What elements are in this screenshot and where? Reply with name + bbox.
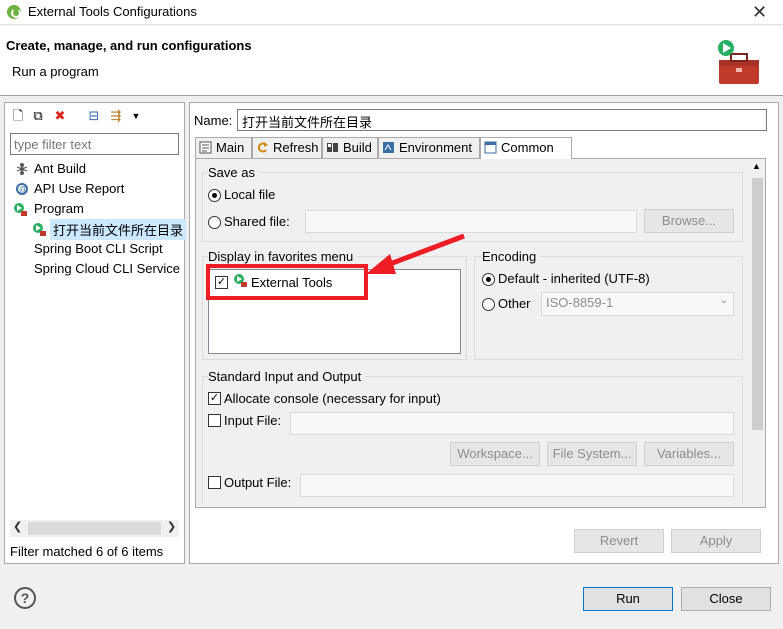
encoding-select-value: ISO-8859-1 <box>546 295 614 310</box>
input-file-label: Input File: <box>224 413 282 428</box>
default-encoding-radio[interactable] <box>482 273 495 286</box>
chevron-left-icon[interactable]: ❮ <box>13 520 22 533</box>
name-input[interactable]: 打开当前文件所在目录 <box>237 109 767 131</box>
vertical-scrollbar-thumb[interactable] <box>752 178 763 430</box>
name-label: Name: <box>194 113 233 128</box>
encoding-select[interactable]: ISO-8859-1 ⌄ <box>541 292 734 316</box>
other-encoding-label: Other <box>498 296 531 311</box>
chevron-right-icon[interactable]: ❯ <box>167 520 176 533</box>
tab-environment[interactable]: Environment <box>378 137 480 158</box>
favorites-label: Display in favorites menu <box>208 249 358 264</box>
workspace-button[interactable]: Workspace... <box>450 442 540 466</box>
tab-refresh-label: Refresh <box>273 140 319 155</box>
tree-item-program[interactable]: Program <box>34 201 84 216</box>
output-file-checkbox[interactable] <box>208 476 221 489</box>
shared-file-radio[interactable] <box>208 216 221 229</box>
header-subtitle: Run a program <box>12 64 99 79</box>
scrollbar-thumb[interactable] <box>28 522 161 535</box>
close-window-button[interactable]: ✕ <box>752 2 767 23</box>
title-bar: External Tools Configurations ✕ <box>0 0 783 25</box>
apply-button[interactable]: Apply <box>671 529 761 553</box>
program-config-icon <box>33 223 46 236</box>
main-tab-icon <box>199 141 212 154</box>
tree-item-selected-config[interactable]: 打开当前文件所在目录 <box>50 219 187 240</box>
output-file-field[interactable] <box>300 474 734 497</box>
chevron-down-icon[interactable]: ▼ <box>129 109 143 123</box>
close-button[interactable]: Close <box>681 587 771 611</box>
default-encoding-label: Default - inherited (UTF-8) <box>498 271 650 286</box>
input-file-checkbox[interactable] <box>208 414 221 427</box>
duplicate-icon[interactable]: ⧉ <box>31 109 45 123</box>
tab-main[interactable]: Main <box>195 137 252 158</box>
ant-icon <box>16 163 28 175</box>
save-as-label: Save as <box>208 165 259 180</box>
refresh-icon <box>257 142 268 153</box>
tree-item-spring-boot-cli[interactable]: Spring Boot CLI Script <box>34 241 163 256</box>
local-file-radio[interactable] <box>208 189 221 202</box>
encoding-label: Encoding <box>482 249 541 264</box>
dialog-header: Create, manage, and run configurations R… <box>0 26 783 96</box>
highlight-box <box>206 264 368 300</box>
api-report-icon: @ <box>16 183 28 195</box>
tree-item-api-use-report[interactable]: API Use Report <box>34 181 124 196</box>
filter-icon[interactable]: ⇶ <box>109 109 123 123</box>
tab-build[interactable]: Build <box>322 137 378 158</box>
help-icon[interactable]: ? <box>14 587 36 609</box>
tree-item-ant-build[interactable]: Ant Build <box>34 161 86 176</box>
build-icon <box>327 143 338 152</box>
shared-file-label: Shared file: <box>224 214 290 229</box>
configuration-tree-panel: 🗋 ⧉ ✖ ⊟ ⇶ ▼ <box>4 102 185 564</box>
tab-common[interactable]: Common <box>480 137 572 159</box>
tab-main-label: Main <box>216 140 245 155</box>
tab-environment-label: Environment <box>399 140 472 155</box>
input-file-field[interactable] <box>290 412 734 435</box>
annotation-arrow-icon <box>366 233 465 274</box>
filter-input[interactable] <box>10 133 179 155</box>
allocate-console-label: Allocate console (necessary for input) <box>224 391 441 406</box>
filter-status: Filter matched 6 of 6 items <box>10 544 164 559</box>
delete-icon[interactable]: ✖ <box>53 109 67 123</box>
revert-button[interactable]: Revert <box>574 529 664 553</box>
shared-file-input[interactable] <box>305 210 637 233</box>
standard-io-label: Standard Input and Output <box>208 369 366 384</box>
tab-common-label: Common <box>501 140 554 155</box>
new-config-icon[interactable]: 🗋 <box>11 109 25 123</box>
window-title: External Tools Configurations <box>28 4 197 19</box>
run-button[interactable]: Run <box>583 587 673 611</box>
tab-build-label: Build <box>343 140 372 155</box>
local-file-label: Local file <box>224 187 276 202</box>
chevron-down-icon: ⌄ <box>719 295 728 306</box>
environment-icon <box>383 142 394 153</box>
tab-refresh[interactable]: Refresh <box>252 137 322 158</box>
svg-text:@: @ <box>19 185 27 194</box>
browse-button[interactable]: Browse... <box>644 209 734 233</box>
tab-vertical-scrollbar[interactable]: ▲ <box>749 160 765 506</box>
output-file-label: Output File: <box>224 475 292 490</box>
spring-app-icon <box>7 5 21 19</box>
tree-item-spring-cloud-cli[interactable]: Spring Cloud CLI Service <box>34 261 180 276</box>
other-encoding-radio[interactable] <box>482 298 495 311</box>
variables-button[interactable]: Variables... <box>644 442 734 466</box>
common-tab-icon <box>484 141 497 154</box>
tree-horizontal-scrollbar[interactable]: ❮ ❯ <box>10 520 179 537</box>
chevron-up-icon[interactable]: ▲ <box>752 161 761 171</box>
header-title: Create, manage, and run configurations <box>6 38 252 53</box>
allocate-console-checkbox[interactable]: ✓ <box>208 392 221 405</box>
collapse-all-icon[interactable]: ⊟ <box>87 109 101 123</box>
file-system-button[interactable]: File System... <box>547 442 637 466</box>
toolbox-run-icon <box>718 40 759 84</box>
program-icon <box>14 203 27 216</box>
